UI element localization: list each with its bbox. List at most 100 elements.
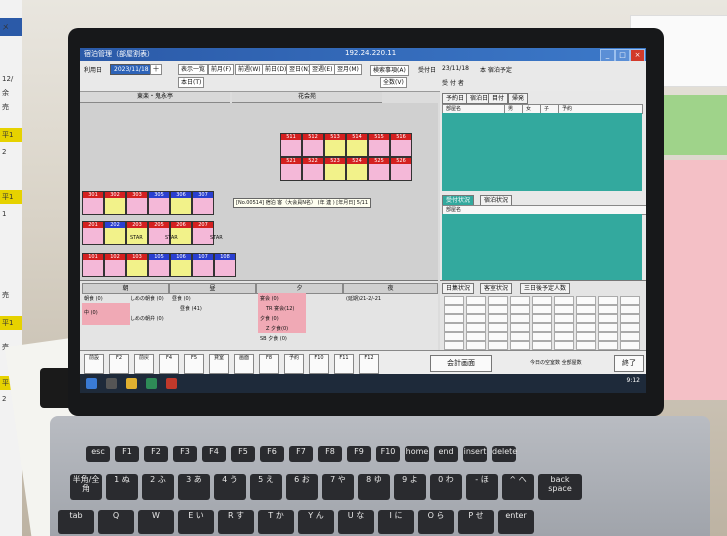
keyboard-key[interactable]: U な	[338, 510, 374, 534]
keyboard-key[interactable]: F10	[376, 446, 400, 462]
room-cell[interactable]: 203	[126, 221, 148, 245]
keyboard-key[interactable]: ^ へ	[502, 474, 534, 500]
room-cell[interactable]: 523	[324, 157, 346, 181]
list-view-button[interactable]: 表示一覧	[178, 64, 209, 75]
keyboard-key[interactable]: home	[405, 446, 429, 462]
keyboard-key[interactable]: 半角/全角	[70, 474, 102, 500]
keyboard-key[interactable]: 8 ゆ	[358, 474, 390, 500]
app-icon[interactable]	[166, 378, 177, 389]
fkey-button[interactable]: F2	[109, 354, 129, 374]
room-cell[interactable]: 202	[104, 221, 126, 245]
fkey-button[interactable]: 貸室	[209, 354, 229, 374]
keyboard-key[interactable]: F2	[144, 446, 168, 462]
room-cell[interactable]: 207	[192, 221, 214, 245]
keyboard-key[interactable]: T か	[258, 510, 294, 534]
keyboard-key[interactable]: Q	[98, 510, 134, 534]
tab-daily-status[interactable]: 日集状況	[442, 283, 475, 294]
tab-departure[interactable]: 帰発	[508, 93, 529, 104]
keyboard-key[interactable]: F4	[202, 446, 226, 462]
keyboard-key[interactable]: 5 え	[250, 474, 282, 500]
room-cell[interactable]: 305	[148, 191, 170, 215]
reservation-list[interactable]	[442, 113, 642, 191]
keyboard-key[interactable]: F7	[289, 446, 313, 462]
start-icon[interactable]	[86, 378, 97, 389]
keyboard-key[interactable]: end	[434, 446, 458, 462]
fkey-button[interactable]: F10	[309, 354, 329, 374]
room-cell[interactable]: 105	[148, 253, 170, 277]
keyboard-key[interactable]: 2 ふ	[142, 474, 174, 500]
keyboard-key[interactable]: F9	[347, 446, 371, 462]
keyboard-key[interactable]: 9 よ	[394, 474, 426, 500]
fkey-button[interactable]: 画面	[234, 354, 254, 374]
room-cell[interactable]: 103	[126, 253, 148, 277]
room-cell[interactable]: 108	[214, 253, 236, 277]
room-cell[interactable]: 516	[390, 133, 412, 157]
today-button[interactable]: 本日(T)	[178, 77, 205, 88]
fkey-button[interactable]: F5	[184, 354, 204, 374]
room-cell[interactable]: 306	[170, 191, 192, 215]
next-week-button[interactable]: 翌週(E)	[309, 64, 336, 75]
keyboard-key[interactable]: tab	[58, 510, 94, 534]
keyboard-key[interactable]: enter	[498, 510, 534, 534]
keyboard-key[interactable]: insert	[463, 446, 487, 462]
keyboard-key[interactable]: Y ん	[298, 510, 334, 534]
keyboard-key[interactable]: delete	[492, 446, 517, 462]
room-cell[interactable]: 301	[82, 191, 104, 215]
fkey-button[interactable]: 予約	[284, 354, 304, 374]
room-cell[interactable]: 525	[368, 157, 390, 181]
fkey-button[interactable]: 前戻	[134, 354, 154, 374]
keyboard-key[interactable]: esc	[86, 446, 110, 462]
room-cell[interactable]: 512	[302, 133, 324, 157]
tab-room-status[interactable]: 客室状況	[480, 283, 513, 294]
exit-button[interactable]: 終了	[614, 355, 644, 372]
keyboard-key[interactable]: 1 ぬ	[106, 474, 138, 500]
keyboard-key[interactable]: W	[138, 510, 174, 534]
fkey-button[interactable]: F8	[259, 354, 279, 374]
fkey-button[interactable]: F4	[159, 354, 179, 374]
app-icon[interactable]	[146, 378, 157, 389]
room-cell[interactable]: 102	[104, 253, 126, 277]
prev-week-button[interactable]: 前週(W)	[235, 64, 264, 75]
keyboard-key[interactable]: F8	[318, 446, 342, 462]
keyboard-key[interactable]: 6 お	[286, 474, 318, 500]
checkout-screen-button[interactable]: 会計画面	[430, 355, 492, 372]
keyboard-key[interactable]: 4 う	[214, 474, 246, 500]
keyboard-key[interactable]: E い	[178, 510, 214, 534]
fkey-button[interactable]: 前設	[84, 354, 104, 374]
fkey-button[interactable]: F11	[334, 354, 354, 374]
room-cell[interactable]: 106	[170, 253, 192, 277]
keyboard-key[interactable]: F3	[173, 446, 197, 462]
keyboard-key[interactable]: I に	[378, 510, 414, 534]
room-cell[interactable]: 515	[368, 133, 390, 157]
room-cell[interactable]: 511	[280, 133, 302, 157]
room-cell[interactable]: 205	[148, 221, 170, 245]
room-cell[interactable]: 201	[82, 221, 104, 245]
keyboard-key[interactable]: 0 わ	[430, 474, 462, 500]
folder-icon[interactable]	[126, 378, 137, 389]
search-icon[interactable]	[106, 378, 117, 389]
room-cell[interactable]: 101	[82, 253, 104, 277]
date-field[interactable]: 2023/11/18	[110, 64, 153, 75]
keyboard-key[interactable]: R す	[218, 510, 254, 534]
room-cell[interactable]: 107	[192, 253, 214, 277]
keyboard-key[interactable]: F5	[231, 446, 255, 462]
keyboard-key[interactable]: - ほ	[466, 474, 498, 500]
keyboard-key[interactable]: P せ	[458, 510, 494, 534]
room-cell[interactable]: 302	[104, 191, 126, 215]
keyboard-key[interactable]: back space	[538, 474, 582, 500]
date-picker-button[interactable]: 十	[150, 64, 163, 75]
search-items-button[interactable]: 検索事項(A)	[370, 65, 409, 76]
room-cell[interactable]: 524	[346, 157, 368, 181]
room-cell[interactable]: 514	[346, 133, 368, 157]
keyboard-key[interactable]: 3 あ	[178, 474, 210, 500]
next-month-button[interactable]: 翌月(M)	[334, 64, 362, 75]
fkey-button[interactable]: F12	[359, 354, 379, 374]
building-tab-a[interactable]: 東楽・鬼永亭	[80, 92, 230, 103]
keyboard-key[interactable]: 7 や	[322, 474, 354, 500]
keyboard-key[interactable]: F1	[115, 446, 139, 462]
all-count-button[interactable]: 全数(V)	[380, 77, 407, 88]
prev-month-button[interactable]: 前月(F)	[208, 64, 235, 75]
room-cell[interactable]: 522	[302, 157, 324, 181]
tab-three-day-forecast[interactable]: 三日後予定人数	[520, 283, 571, 294]
tab-reserve-date[interactable]: 予約日	[442, 93, 469, 104]
